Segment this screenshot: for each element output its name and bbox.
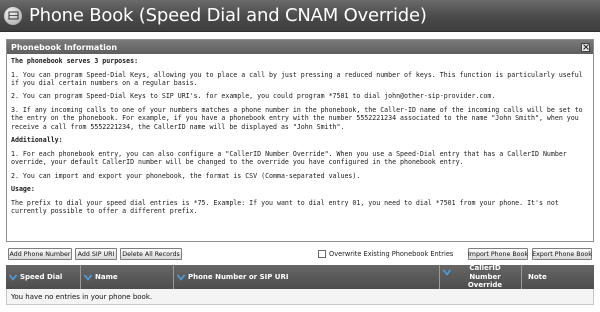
add-phone-number-button[interactable]: Add Phone Number bbox=[8, 248, 72, 260]
close-icon[interactable] bbox=[581, 42, 590, 52]
phonebook-info-panel: Phonebook Information The phonebook serv… bbox=[6, 39, 594, 242]
info-panel-body: The phonebook serves 3 purposes: 1. You … bbox=[7, 54, 593, 216]
usage-heading: Usage: bbox=[11, 185, 35, 194]
sort-arrow-icon bbox=[443, 269, 451, 276]
sort-arrow-icon bbox=[84, 274, 92, 281]
table-header: Speed Dial Name Phone Number or SIP URI … bbox=[6, 264, 594, 289]
overwrite-option[interactable]: Overwrite Existing Phonebook Entries bbox=[318, 249, 453, 259]
additional-1: 1. For each phonebook entry, you can als… bbox=[11, 149, 567, 167]
purpose-2: 2. You can program Speed-Dial Keys to SI… bbox=[11, 92, 496, 101]
empty-table-message: You have no entries in your phone book. bbox=[6, 289, 594, 305]
sort-arrow-icon bbox=[177, 274, 185, 281]
column-header-speed-dial[interactable]: Speed Dial bbox=[6, 265, 81, 289]
additionally-heading: Additionally: bbox=[11, 136, 63, 145]
column-header-callerid-override[interactable]: CallerID Number Override bbox=[440, 264, 522, 289]
column-header-note[interactable]: Note bbox=[522, 265, 594, 289]
info-panel-header: Phonebook Information bbox=[7, 40, 593, 54]
info-panel-title: Phonebook Information bbox=[11, 42, 118, 52]
add-sip-uri-button[interactable]: Add SIP URI bbox=[75, 248, 117, 260]
sort-arrow-icon bbox=[9, 274, 17, 281]
purpose-3: 3. If any incoming calls to one of your … bbox=[11, 106, 583, 131]
import-phone-book-button[interactable]: Import Phone Book bbox=[468, 248, 528, 260]
export-phone-book-button[interactable]: Export Phone Book bbox=[532, 248, 592, 260]
column-header-phone-number[interactable]: Phone Number or SIP URI bbox=[174, 265, 440, 289]
usage-text: The prefix to dial your speed dial entri… bbox=[11, 198, 559, 216]
phone-book-icon bbox=[4, 6, 22, 25]
overwrite-checkbox[interactable] bbox=[318, 250, 326, 258]
column-header-name[interactable]: Name bbox=[81, 265, 174, 289]
delete-all-records-button[interactable]: Delete All Records bbox=[120, 248, 182, 260]
page-title: Phone Book (Speed Dial and CNAM Override… bbox=[29, 5, 427, 26]
overwrite-label: Overwrite Existing Phonebook Entries bbox=[329, 250, 454, 258]
page-title-bar: Phone Book (Speed Dial and CNAM Override… bbox=[0, 0, 600, 32]
phonebook-table: Speed Dial Name Phone Number or SIP URI … bbox=[6, 264, 594, 307]
additional-2: 2. You can import and export your phoneb… bbox=[11, 171, 361, 180]
phonebook-toolbar: Add Phone Number Add SIP URI Delete All … bbox=[8, 248, 594, 260]
purpose-1: 1. You can program Speed-Dial Keys, allo… bbox=[11, 70, 583, 87]
info-intro: The phonebook serves 3 purposes: bbox=[11, 57, 139, 65]
